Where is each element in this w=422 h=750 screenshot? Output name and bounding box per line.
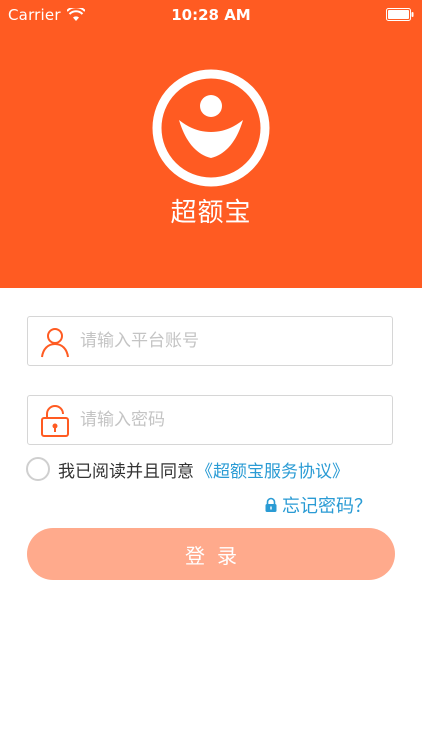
forgot-password-label: 忘记密码？ [282, 496, 372, 517]
agree-checkbox[interactable] [26, 457, 50, 481]
account-input[interactable] [80, 317, 380, 365]
lock-icon [41, 405, 69, 437]
status-time: 10:28 AM [171, 6, 251, 24]
agreement-row: 我已阅读并且同意 《超额宝服务协议》 [26, 455, 349, 483]
login-button[interactable]: 登录 [27, 528, 395, 580]
battery-icon [386, 8, 414, 21]
agreement-link[interactable]: 《超额宝服务协议》 [196, 457, 349, 482]
small-lock-icon [265, 497, 277, 512]
agree-text: 我已阅读并且同意 [58, 461, 194, 482]
forgot-password-link[interactable]: 忘记密码？ [264, 492, 372, 518]
app-logo [152, 69, 270, 187]
status-bar: Carrier 10:28 AM [0, 0, 422, 30]
password-input[interactable] [80, 396, 380, 444]
user-icon [41, 328, 69, 358]
account-field[interactable] [27, 316, 393, 366]
header-banner: Carrier 10:28 AM 超额宝 [0, 0, 422, 288]
password-field[interactable] [27, 395, 393, 445]
app-name: 超额宝 [170, 198, 252, 228]
